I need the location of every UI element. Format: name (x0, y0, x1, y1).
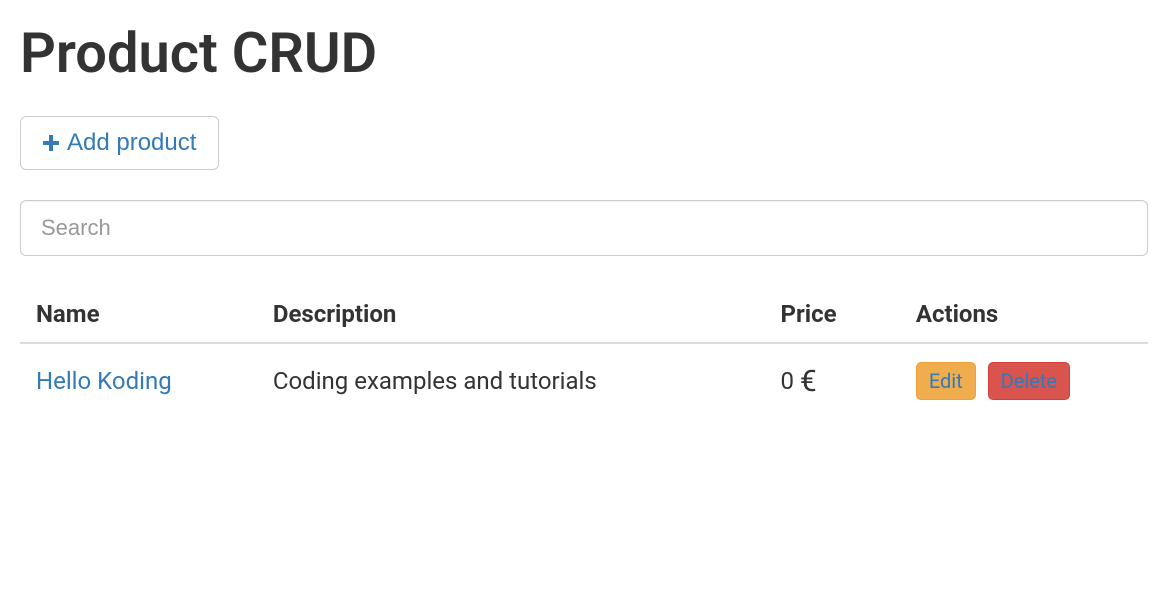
column-header-name: Name (20, 286, 257, 343)
add-product-label: Add product (67, 129, 196, 157)
product-description: Coding examples and tutorials (257, 343, 765, 418)
edit-button[interactable]: Edit (916, 362, 976, 400)
search-input[interactable] (20, 200, 1148, 256)
product-name-link[interactable]: Hello Koding (36, 367, 172, 395)
product-price: 0 € (764, 343, 899, 418)
delete-button[interactable]: Delete (988, 362, 1070, 400)
page-title: Product CRUD (20, 20, 1148, 86)
column-header-description: Description (257, 286, 765, 343)
column-header-price: Price (764, 286, 899, 343)
currency-symbol: € (800, 364, 817, 399)
add-product-button[interactable]: Add product (20, 116, 219, 170)
product-table: Name Description Price Actions Hello Kod… (20, 286, 1148, 418)
column-header-actions: Actions (900, 286, 1148, 343)
plus-icon (43, 135, 59, 151)
table-row: Hello Koding Coding examples and tutoria… (20, 343, 1148, 418)
